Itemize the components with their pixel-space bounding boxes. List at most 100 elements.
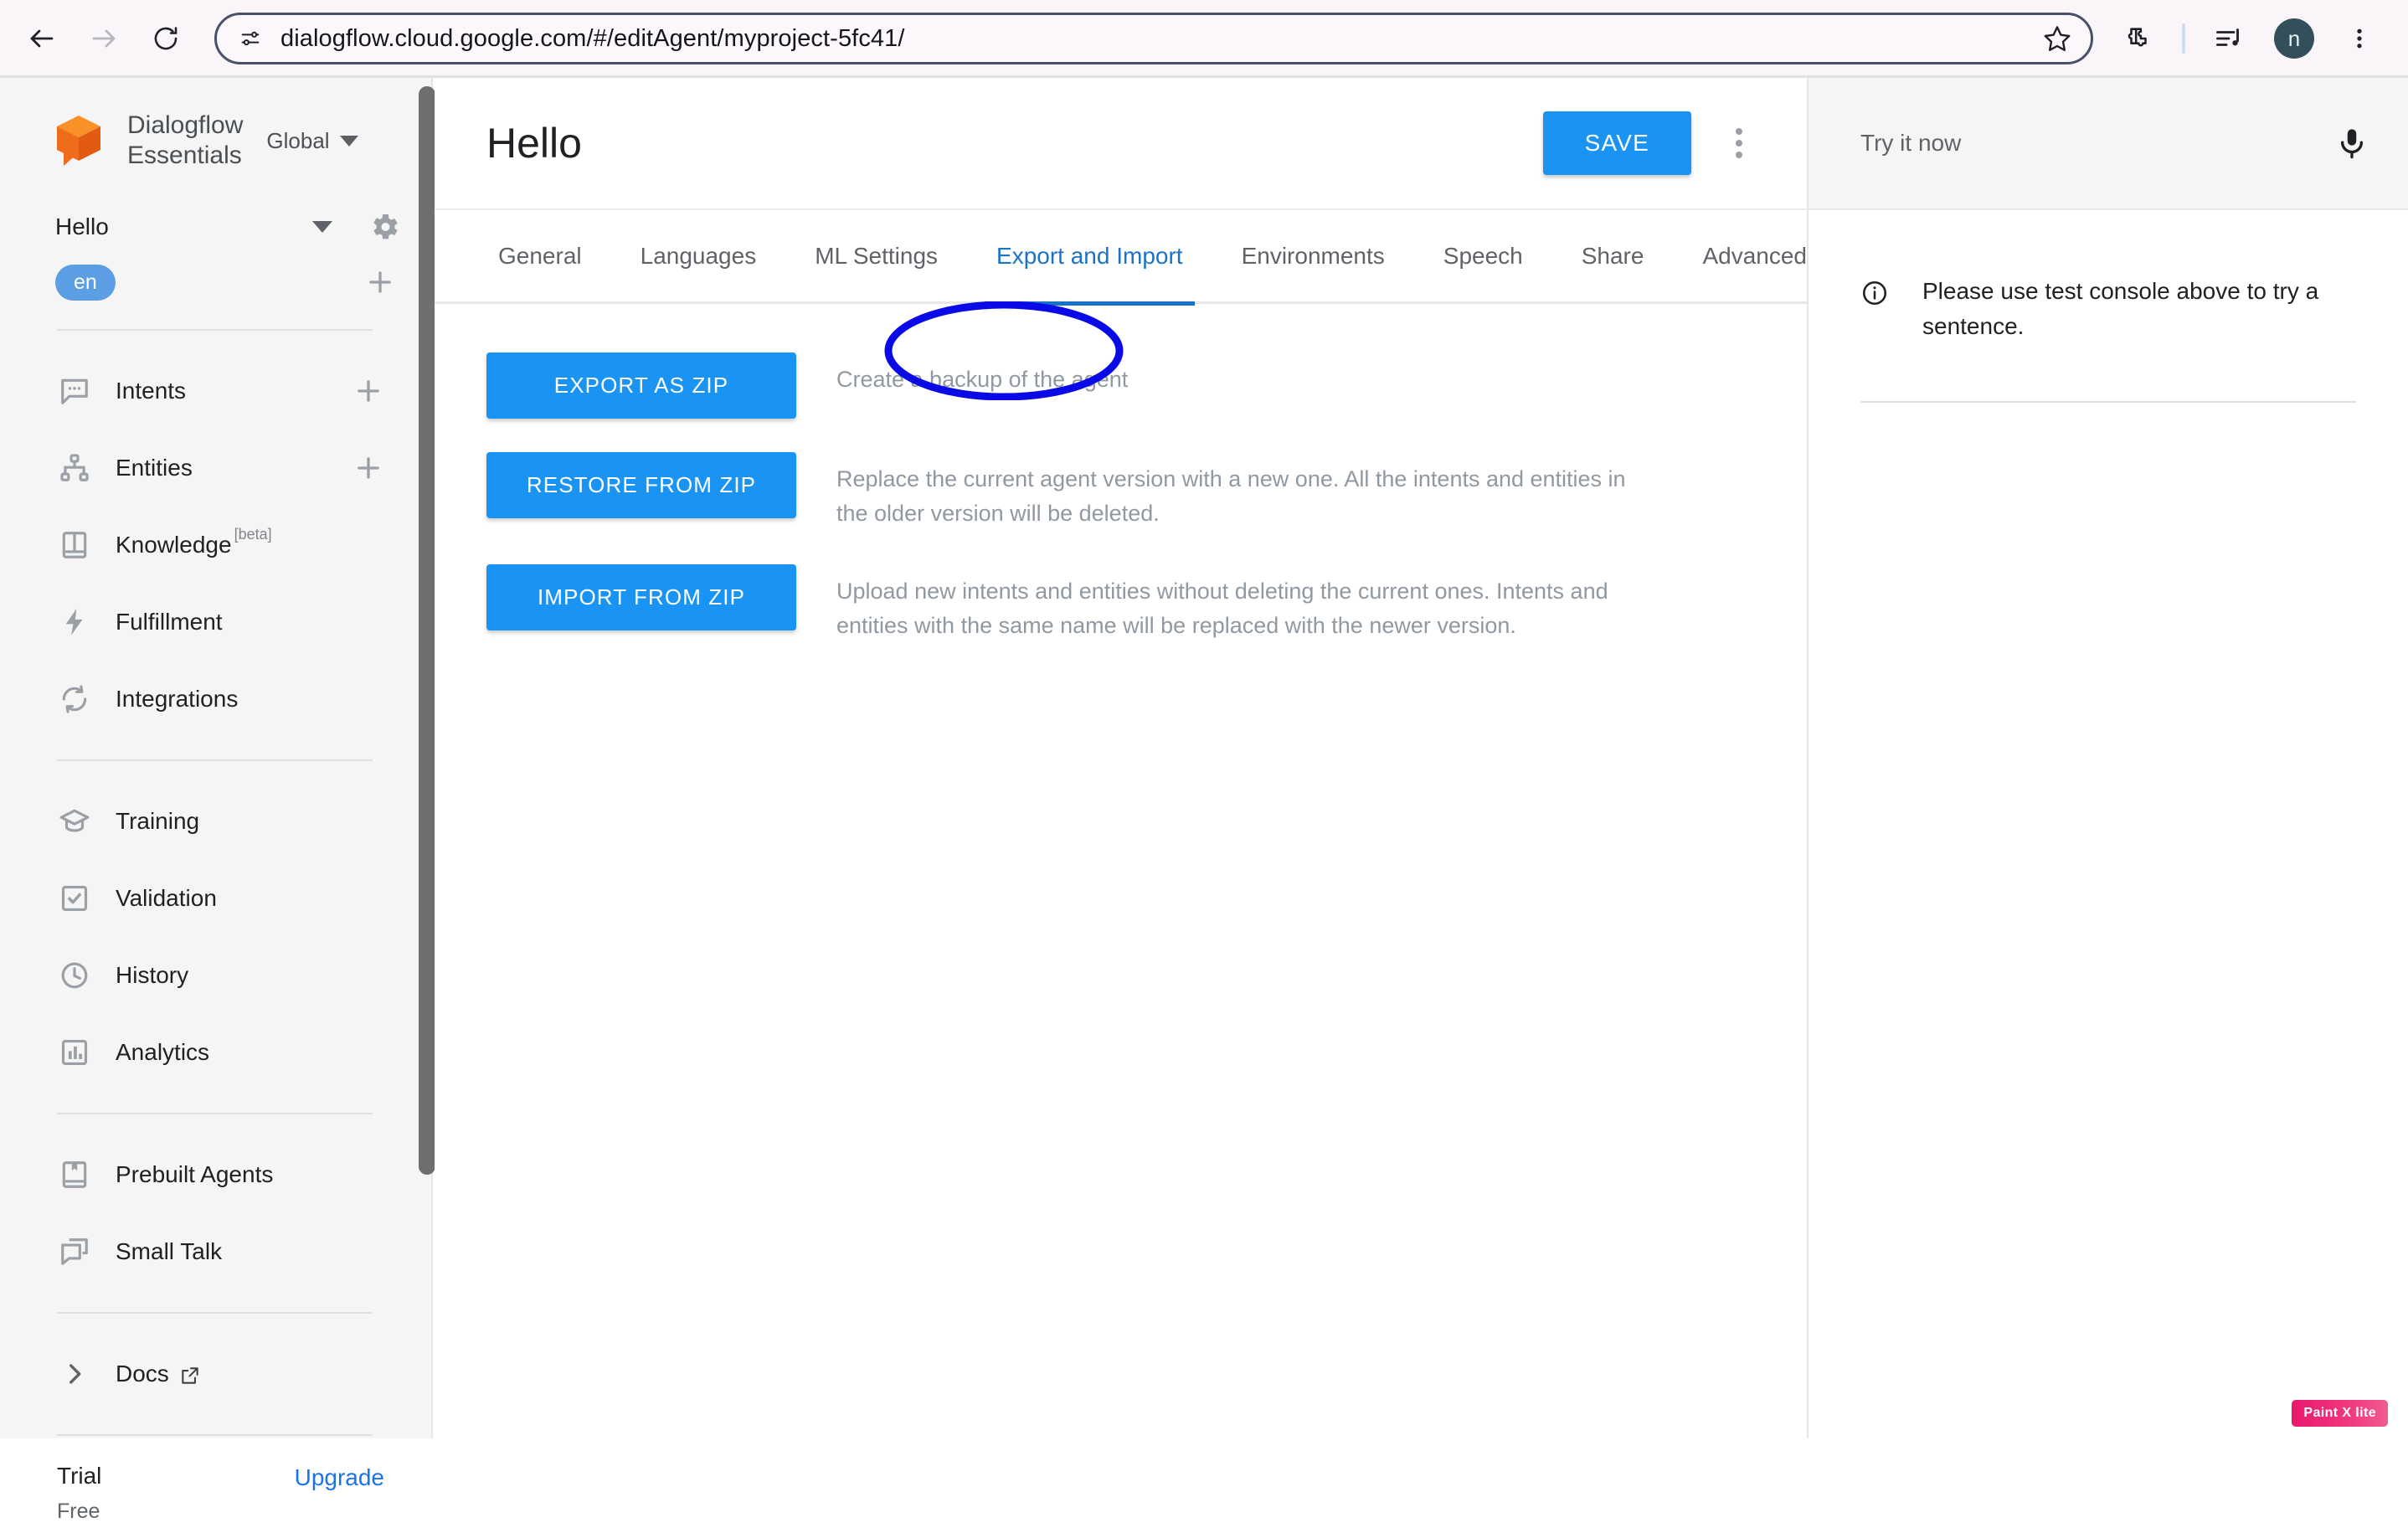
export-as-zip-button[interactable]: EXPORT AS ZIP (486, 352, 796, 419)
agent-overflow-menu-button[interactable] (1710, 114, 1768, 172)
book-icon (57, 529, 92, 561)
sidebar-item-training[interactable]: Training (0, 783, 431, 860)
extensions-button[interactable] (2112, 12, 2165, 65)
gear-icon[interactable] (368, 210, 401, 244)
tab-environments[interactable]: Environments (1230, 209, 1397, 303)
sidebar-item-label: Integrations (116, 686, 239, 712)
arrow-left-icon (27, 23, 57, 54)
tab-advanced[interactable]: Advanced (1690, 209, 1819, 303)
restore-from-zip-row: RESTORE FROM ZIP Replace the current age… (486, 452, 1807, 531)
chevron-down-icon[interactable] (312, 221, 332, 233)
three-dot-menu-icon (1736, 152, 1742, 158)
chevron-right-icon (57, 1360, 92, 1388)
sidebar-item-fulfillment[interactable]: Fulfillment (0, 584, 431, 661)
tab-general[interactable]: General (486, 209, 594, 303)
tab-share[interactable]: Share (1570, 209, 1656, 303)
star-icon[interactable] (2042, 23, 2072, 54)
watermark-badge: Paint X lite (2292, 1400, 2388, 1427)
sidebar-item-label: History (116, 962, 189, 988)
dialogflow-app: Dialogflow Essentials Global Hello en In… (0, 78, 2408, 1523)
microphone-icon[interactable] (2334, 126, 2369, 161)
sidebar-item-analytics[interactable]: Analytics (0, 1014, 431, 1091)
sidebar-item-small-talk[interactable]: Small Talk (0, 1213, 431, 1290)
plan-tier: Free (57, 1500, 100, 1523)
dialogflow-logo-icon (52, 112, 105, 169)
plan-row: Trial Free Upgrade (0, 1458, 431, 1528)
settings-tab-bar: General Languages ML Settings Export and… (435, 209, 1807, 306)
agent-selector[interactable]: Hello (0, 197, 431, 257)
sidebar-item-label: Docs (116, 1361, 169, 1387)
export-as-zip-row: EXPORT AS ZIP Create a backup of the age… (486, 352, 1807, 419)
add-entity-button[interactable] (352, 452, 384, 484)
brand-header[interactable]: Dialogflow Essentials Global (0, 78, 431, 178)
sync-icon (57, 683, 92, 715)
url-text[interactable]: dialogflow.cloud.google.com/#/editAgent/… (280, 25, 2034, 53)
beta-badge: [beta] (234, 526, 272, 543)
forward-button[interactable] (77, 12, 131, 65)
three-dot-menu-icon (1736, 140, 1742, 147)
address-bar[interactable]: dialogflow.cloud.google.com/#/editAgent/… (214, 13, 2093, 64)
check-box-icon (57, 882, 92, 914)
sidebar-item-prebuilt-agents[interactable]: Prebuilt Agents (0, 1136, 431, 1213)
try-it-now-input[interactable]: Try it now (1860, 130, 2334, 157)
restore-from-zip-description: Replace the current agent version with a… (836, 466, 1626, 526)
import-from-zip-button[interactable]: IMPORT FROM ZIP (486, 564, 796, 630)
bookmark-book-icon (57, 1159, 92, 1191)
try-it-now-hint-text: Please use test console above to try a s… (1922, 278, 2319, 339)
save-button[interactable]: SAVE (1542, 111, 1691, 175)
three-dot-menu-icon (2347, 26, 2372, 51)
avatar[interactable]: n (2274, 18, 2314, 59)
sidebar-item-label: Validation (116, 885, 217, 911)
sidebar-scrollbar[interactable] (419, 86, 435, 1175)
region-label: Global (266, 127, 330, 153)
region-selector[interactable]: Global (266, 128, 358, 154)
sidebar-item-knowledge[interactable]: Knowledge [beta] (0, 507, 431, 584)
try-it-now-header: Try it now (1809, 78, 2408, 210)
try-it-now-body: Please use test console above to try a s… (1809, 210, 2408, 403)
puzzle-piece-icon (2124, 24, 2153, 53)
media-control-button[interactable] (2202, 12, 2256, 65)
music-playlist-icon (2214, 23, 2244, 54)
sidebar-item-integrations[interactable]: Integrations (0, 661, 431, 738)
avatar-initial: n (2287, 25, 2301, 51)
sidebar-item-label: Intents (116, 378, 187, 404)
sidebar-item-docs[interactable]: Docs (0, 1335, 431, 1412)
main-header: Hello SAVE (435, 78, 1807, 210)
chevron-down-icon (339, 135, 358, 147)
browser-toolbar: dialogflow.cloud.google.com/#/editAgent/… (0, 0, 2408, 77)
upgrade-link[interactable]: Upgrade (295, 1458, 384, 1491)
sidebar-item-entities[interactable]: Entities (0, 430, 431, 507)
restore-from-zip-button[interactable]: RESTORE FROM ZIP (486, 452, 796, 518)
reload-button[interactable] (139, 12, 193, 65)
sidebar-item-history[interactable]: History (0, 937, 431, 1014)
try-it-now-hint: Please use test console above to try a s… (1860, 274, 2356, 344)
toolbar-divider (2182, 23, 2185, 54)
language-row: en (0, 257, 431, 307)
plus-icon[interactable] (364, 266, 396, 298)
sidebar-item-intents[interactable]: Intents (0, 352, 431, 430)
try-it-now-divider (1860, 401, 2356, 403)
back-button[interactable] (15, 12, 69, 65)
sidebar-item-label: Knowledge [beta] (116, 526, 272, 558)
external-link-icon (179, 1365, 201, 1387)
plan-texts: Trial Free (57, 1458, 295, 1528)
chat-bubble-icon (57, 375, 92, 407)
graduation-cap-icon (57, 805, 92, 837)
site-settings-icon[interactable] (239, 27, 262, 50)
page-title: Hello (486, 120, 582, 167)
sidebar-item-validation[interactable]: Validation (0, 860, 431, 937)
clock-icon (57, 960, 92, 991)
tab-export-and-import[interactable]: Export and Import (985, 209, 1195, 306)
sidebar-item-label: Entities (116, 455, 193, 481)
three-dot-menu-icon (1736, 128, 1742, 135)
brand-name: Dialogflow Essentials (127, 111, 244, 169)
browser-menu-button[interactable] (2333, 12, 2386, 65)
language-chip-en[interactable]: en (55, 264, 116, 301)
tab-languages[interactable]: Languages (629, 209, 769, 303)
try-it-now-panel: Try it now Please use test console above… (1807, 78, 2408, 1438)
browser-actions: n (2105, 12, 2393, 65)
tab-ml-settings[interactable]: ML Settings (803, 209, 949, 303)
add-intent-button[interactable] (352, 375, 384, 407)
tab-speech[interactable]: Speech (1432, 209, 1535, 303)
export-import-panel: EXPORT AS ZIP Create a backup of the age… (435, 304, 1807, 643)
